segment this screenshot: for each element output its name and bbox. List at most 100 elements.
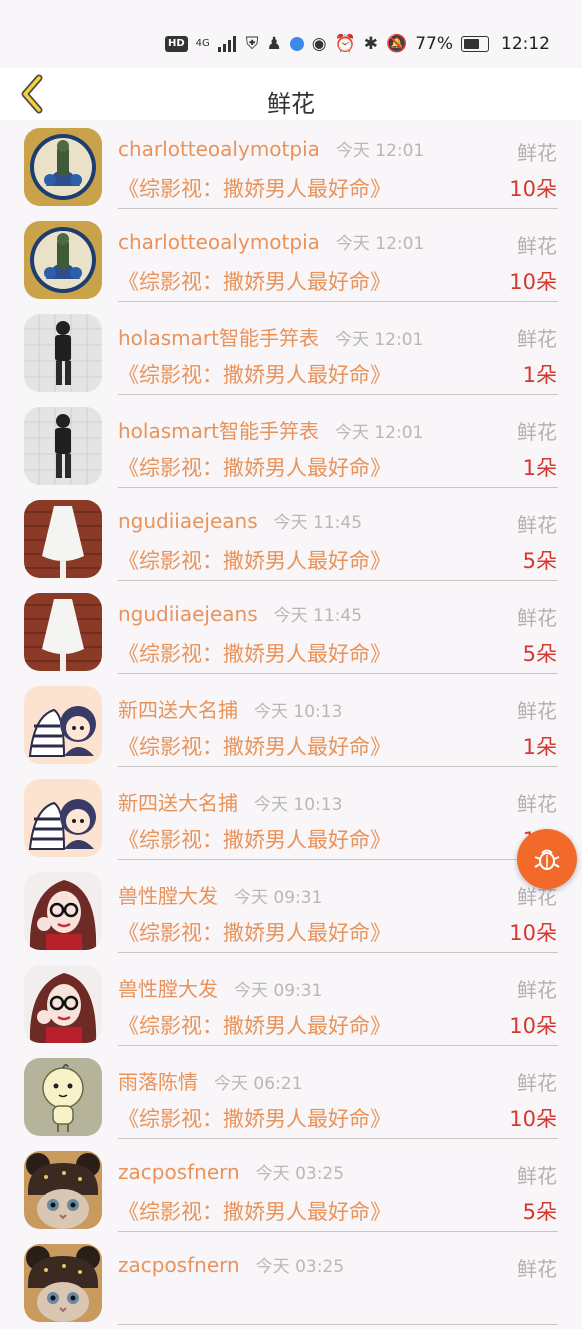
- battery-percent: 77%: [415, 34, 453, 54]
- gift-quantity: 10朵: [509, 1107, 557, 1131]
- user-name[interactable]: holasmart智能手笄表 今天 12:01: [118, 415, 423, 444]
- gift-list-item[interactable]: 兽性膛大发 今天 09:31 鲜花 《综影视：撒娇男人最好命》 10朵: [0, 864, 582, 957]
- row-divider: [118, 1045, 558, 1046]
- book-title[interactable]: 《综影视：撒娇男人最好命》: [118, 173, 391, 203]
- user-name[interactable]: charlotteoalymotpia 今天 12:01: [118, 136, 424, 161]
- gift-type: 鲜花: [517, 1071, 557, 1095]
- book-title[interactable]: 《综影视：撒娇男人最好命》: [118, 638, 391, 668]
- user-avatar[interactable]: [24, 500, 102, 578]
- user-avatar[interactable]: [24, 314, 102, 392]
- gift-quantity: 10朵: [509, 1014, 557, 1038]
- user-avatar[interactable]: [24, 128, 102, 206]
- gift-list-item[interactable]: 新四送大名捕今天 10:13 鲜花《综影视：撒娇男人最好命》 1朵: [0, 678, 582, 771]
- gift-list-item[interactable]: ngudiiaejeans 今天 11:45 鲜花 《综影视：撒娇男人最好命》 5朵: [0, 585, 582, 678]
- gift-time: 今天 10:13: [254, 702, 343, 722]
- row-divider: [118, 394, 558, 395]
- book-title[interactable]: 《综影视：撒娇男人最好命》: [118, 917, 391, 947]
- bug-report-button[interactable]: [517, 829, 577, 889]
- book-title[interactable]: 《综影视：撒娇男人最好命》: [118, 545, 391, 575]
- gift-list-item[interactable]: 新四送大名捕今天 10:13鲜花《综影视：撒娇男人最好命》1朵: [0, 771, 582, 864]
- gift-list-item[interactable]: zacposfnern 今天 03:25 鲜花 《综影视：撒娇男人最好命》 5朵: [0, 1143, 582, 1236]
- gift-time: 今天 11:45: [273, 606, 363, 626]
- user-avatar[interactable]: [24, 872, 102, 950]
- gift-list-item[interactable]: holasmart智能手笄表 今天 12:01 鲜花《综影视：撒娇男人最好命》 1朵: [0, 399, 582, 492]
- row-divider: [118, 673, 558, 674]
- gift-type: 鲜花: [517, 699, 557, 723]
- user-name[interactable]: ngudiiaejeans 今天 11:45: [118, 601, 362, 626]
- book-title[interactable]: 《综影视：撒娇男人最好命》: [118, 359, 391, 389]
- user-name[interactable]: charlotteoalymotpia 今天 12:01: [118, 229, 424, 254]
- user-avatar[interactable]: [24, 1058, 102, 1136]
- user-avatar[interactable]: [24, 221, 102, 299]
- gift-list-item[interactable]: holasmart智能手笄表 今天 12:01 鲜花《综影视：撒娇男人最好命》 1朵: [0, 306, 582, 399]
- battery-icon: [461, 36, 489, 52]
- user-name[interactable]: ngudiiaejeans 今天 11:45: [118, 508, 362, 533]
- bug-icon: [534, 849, 560, 870]
- row-divider: [118, 1138, 558, 1139]
- gift-quantity: 1朵: [522, 456, 557, 480]
- gift-quantity: 1朵: [522, 735, 557, 759]
- user-name[interactable]: 雨落陈情 今天 06:21: [118, 1066, 302, 1095]
- gift-type: 鲜花: [517, 513, 557, 537]
- user-name[interactable]: zacposfnern 今天 03:25: [118, 1159, 344, 1184]
- hd-badge: HD: [164, 36, 188, 52]
- gift-quantity: 10朵: [509, 177, 557, 201]
- gift-quantity: 1朵: [522, 363, 557, 387]
- gift-type: 鲜花: [517, 420, 557, 444]
- gift-type: 鲜花: [517, 792, 557, 816]
- user-name[interactable]: 新四送大名捕 今天 10:13: [118, 694, 342, 723]
- row-divider: [118, 1231, 558, 1232]
- book-title[interactable]: 《综影视：撒娇男人最好命》: [118, 452, 391, 482]
- gift-time: 今天 06:21: [214, 1074, 303, 1094]
- gift-time: 今天 09:31: [234, 981, 323, 1001]
- gift-type: 鲜花: [517, 234, 557, 258]
- gift-time: 今天 03:25: [255, 1257, 345, 1277]
- qq-icon: ♟: [266, 34, 282, 54]
- page-title: 鲜花: [267, 90, 315, 118]
- network-type: 4G: [195, 38, 210, 49]
- gift-type: 鲜花: [517, 606, 557, 630]
- user-name[interactable]: 兽性膛大发 今天 09:31: [118, 973, 322, 1002]
- signal-icon: [217, 36, 236, 52]
- user-avatar[interactable]: [24, 779, 102, 857]
- user-avatar[interactable]: [24, 407, 102, 485]
- user-avatar[interactable]: [24, 1151, 102, 1229]
- book-title[interactable]: 《综影视：撒娇男人最好命》: [118, 1196, 391, 1226]
- alarm-icon: ⏰: [334, 34, 356, 54]
- row-divider: [118, 580, 558, 581]
- user-name[interactable]: 兽性膛大发 今天 09:31: [118, 880, 322, 909]
- mute-icon: 🔕: [386, 34, 408, 54]
- row-divider: [118, 301, 558, 302]
- book-title[interactable]: 《综影视：撒娇男人最好命》: [118, 1103, 391, 1133]
- book-title[interactable]: 《综影视：撒娇男人最好命》: [118, 266, 391, 296]
- gift-list-item[interactable]: ngudiiaejeans 今天 11:45 鲜花 《综影视：撒娇男人最好命》 5朵: [0, 492, 582, 585]
- gift-time: 今天 12:01: [334, 423, 424, 443]
- user-avatar[interactable]: [24, 593, 102, 671]
- app-notification-icon: [289, 37, 304, 51]
- shield-icon: ⛨: [245, 34, 259, 54]
- book-title[interactable]: 《综影视：撒娇男人最好命》: [118, 1010, 391, 1040]
- user-avatar[interactable]: [24, 686, 102, 764]
- gift-list-item[interactable]: charlotteoalymotpia 今天 12:01 鲜花 《综影视：撒娇男人最好…: [0, 120, 582, 213]
- user-avatar[interactable]: [24, 965, 102, 1043]
- gift-time: 今天 11:45: [273, 513, 363, 533]
- user-name[interactable]: holasmart智能手笄表 今天 12:01: [118, 322, 423, 351]
- book-title[interactable]: 《综影视：撒娇男人最好命》: [118, 731, 391, 761]
- row-divider: [118, 208, 558, 209]
- clock: 12:12: [501, 34, 550, 54]
- user-name[interactable]: zacposfnern 今天 03:25: [118, 1252, 344, 1277]
- gift-list-item[interactable]: 兽性膛大发 今天 09:31 鲜花 《综影视：撒娇男人最好命》 10朵: [0, 957, 582, 1050]
- user-avatar[interactable]: [24, 1244, 102, 1322]
- gift-type: 鲜花: [517, 327, 557, 351]
- status-icons: HD 4G ⛨ ♟ ◉ ⏰ ✱ 🔕 77% 12:12: [164, 31, 550, 57]
- eye-icon: ◉: [311, 34, 327, 54]
- row-divider: [118, 487, 558, 488]
- book-title[interactable]: 《综影视：撒娇男人最好命》: [118, 824, 391, 854]
- gift-type: 鲜花: [517, 1257, 557, 1281]
- gift-list-item[interactable]: 雨落陈情 今天 06:21 鲜花《综影视：撒娇男人最好命》 10朵: [0, 1050, 582, 1143]
- row-divider: [118, 1324, 558, 1325]
- user-name[interactable]: 新四送大名捕 今天 10:13: [118, 787, 342, 816]
- gift-list-item[interactable]: zacposfnern 今天 03:25 鲜花: [0, 1236, 582, 1329]
- gift-list-item[interactable]: charlotteoalymotpia 今天 12:01 鲜花《综影视：撒娇男人最好…: [0, 213, 582, 306]
- gift-quantity: 10朵: [509, 270, 557, 294]
